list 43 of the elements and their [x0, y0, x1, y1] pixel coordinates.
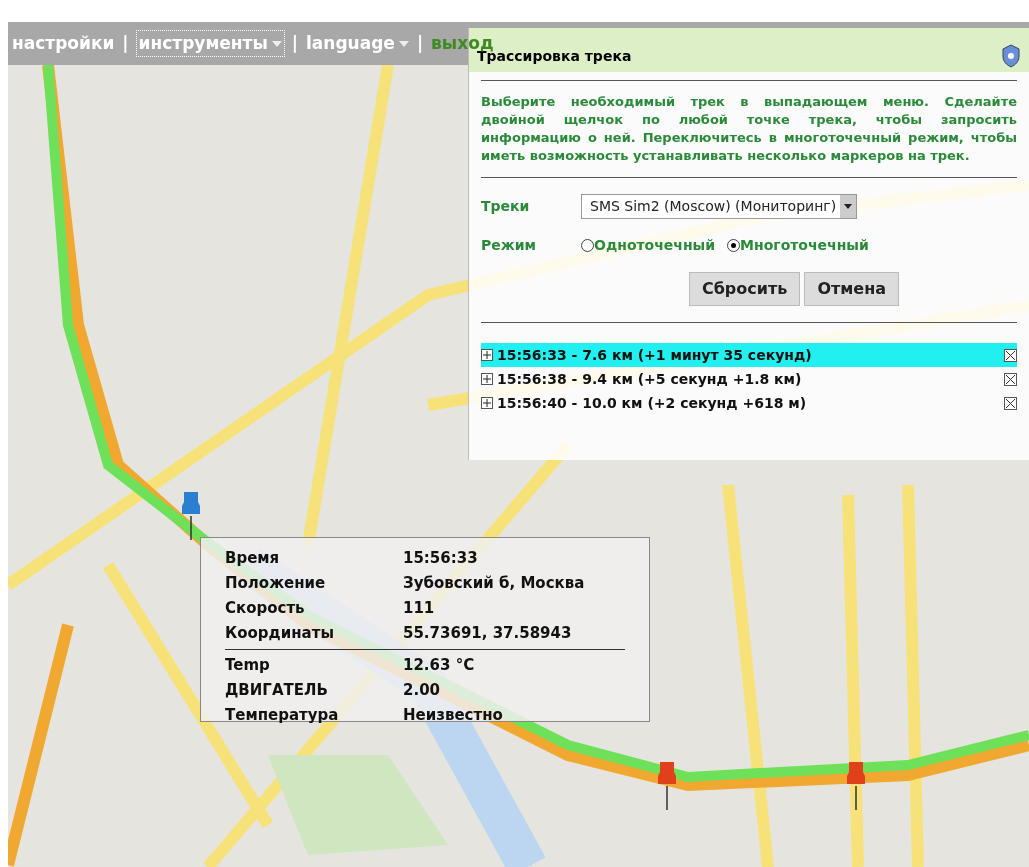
tracks-label: Треки [481, 197, 531, 216]
mode-label: Режим [481, 236, 537, 255]
map-pin-icon[interactable] [658, 760, 676, 810]
info-label: Координаты [225, 623, 335, 645]
map-pin-icon[interactable] [847, 760, 865, 810]
track-point-text: 15:56:38 - 9.4 км (+5 секунд +1.8 км) [497, 369, 803, 389]
track-point-text: 15:56:40 - 10.0 км (+2 секунд +618 м) [497, 393, 808, 413]
info-label: ДВИГАТЕЛЬ [225, 680, 329, 702]
caret-icon [271, 40, 282, 47]
panel-button[interactable]: Сбросить [688, 272, 801, 306]
track-point-row[interactable]: 15:56:33 - 7.6 км (+1 минут 35 секунд) [481, 343, 1017, 367]
info-value: 15:56:33 [403, 548, 478, 570]
info-value: Неизвестно [403, 705, 503, 727]
info-label: Скорость [225, 598, 306, 620]
remove-icon[interactable] [1004, 372, 1017, 386]
info-label: Температура [225, 705, 340, 727]
track-point-text: 15:56:33 - 7.6 км (+1 минут 35 секунд) [497, 345, 813, 365]
help-shield-icon[interactable] [1001, 44, 1021, 68]
expand-icon[interactable] [481, 349, 493, 361]
menu-separator: | [291, 31, 299, 55]
info-value: 2.00 [403, 680, 440, 702]
info-label: Temp [225, 655, 271, 677]
info-label: Время [225, 548, 281, 570]
track-point-row[interactable]: 15:56:38 - 9.4 км (+5 секунд +1.8 км) [481, 367, 1017, 391]
info-label: Положение [225, 573, 327, 595]
remove-icon[interactable] [1004, 396, 1017, 410]
info-value: 55.73691, 37.58943 [403, 623, 572, 645]
info-value: Зубовский б, Москва [403, 573, 585, 595]
instructions-text: Выберите необходимый трек в выпадающем меню. Сделайте двойной щелчок по любой точке трека, чтобы запросить информацию о ней. Переключитесь в многоточечный режим, чтобы иметь возможность устанавливать несколько маркеров на трек. [481, 93, 1017, 165]
remove-icon[interactable] [1004, 348, 1017, 362]
caret-icon [398, 40, 409, 47]
expand-icon[interactable] [481, 397, 493, 409]
map-pin-icon[interactable] [182, 490, 200, 540]
panel-button[interactable]: Отмена [804, 272, 900, 306]
info-value: 12.63 °C [403, 655, 475, 677]
info-value: 111 [403, 598, 435, 620]
track-dropdown[interactable]: SMS Sim2 (Moscow) (Мониторинг) [581, 194, 858, 219]
menu-separator: | [122, 31, 129, 55]
mode-radio[interactable]: Многоточечный [727, 235, 869, 256]
expand-icon[interactable] [481, 373, 493, 385]
mode-radio[interactable]: Одноточечный [581, 235, 716, 256]
track-point-row[interactable]: 15:56:40 - 10.0 км (+2 секунд +618 м) [481, 391, 1017, 415]
menu-separator: | [416, 31, 424, 55]
